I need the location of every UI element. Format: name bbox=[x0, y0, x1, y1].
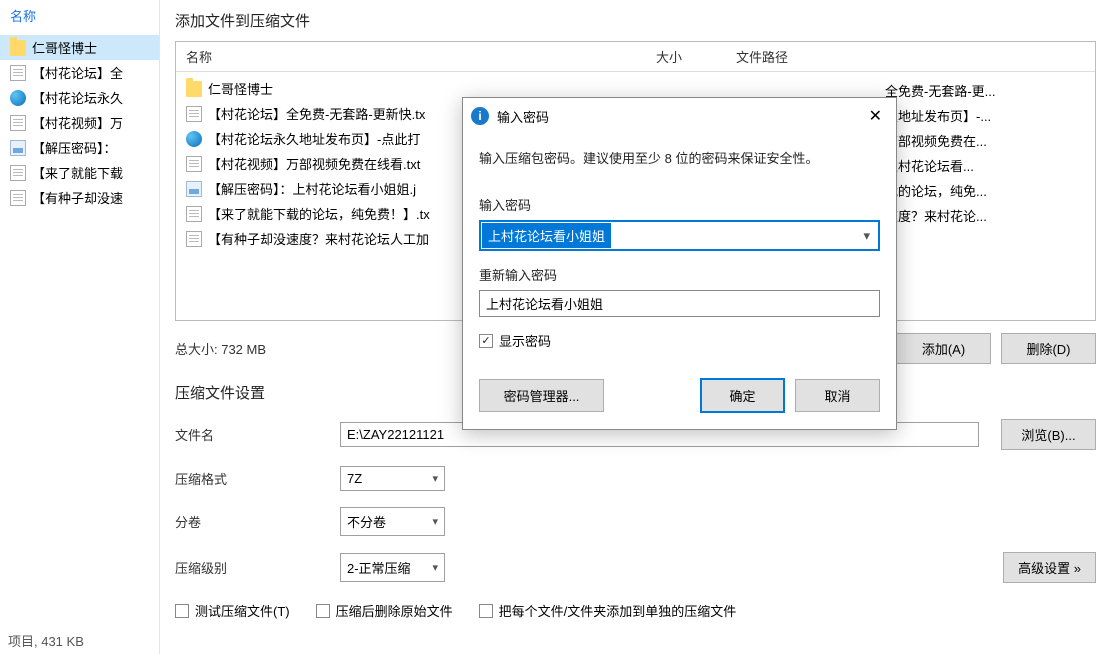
item-label: 【村花论坛】全 bbox=[32, 63, 123, 82]
list-item[interactable]: 【村花论坛永久 bbox=[0, 85, 159, 110]
checkbox-icon[interactable] bbox=[316, 604, 330, 618]
left-items-list: 仁哥怪博士 【村花论坛】全 【村花论坛永久 【村花视频】万 【解压密码】： 【来… bbox=[0, 31, 159, 214]
list-item[interactable]: 【村花视频】万 bbox=[0, 110, 159, 135]
password-dialog: i 输入密码 ✕ 输入压缩包密码。建议使用至少 8 位的密码来保证安全性。 输入… bbox=[462, 97, 897, 430]
ok-button[interactable]: 确定 bbox=[700, 378, 785, 413]
list-item[interactable]: 【来了就能下载 bbox=[0, 160, 159, 185]
item-label: 仁哥怪博士 bbox=[32, 38, 97, 57]
item-label: 【村花视频】万 bbox=[32, 113, 123, 132]
path-column-values: 全免费-无套路-更... 久地址发布页】-... 万部视频免费在... 上村花论… bbox=[885, 72, 1085, 228]
volume-select[interactable]: 不分卷 bbox=[340, 507, 445, 536]
level-select[interactable]: 2-正常压缩 bbox=[340, 553, 445, 582]
list-item[interactable]: 【解压密码】： bbox=[0, 135, 159, 160]
dialog-title: 输入密码 bbox=[497, 107, 549, 126]
total-size-label: 总大小: 732 MB bbox=[175, 339, 266, 358]
folder-icon bbox=[10, 40, 26, 56]
item-label: 【来了就能下载 bbox=[32, 163, 123, 182]
dialog-buttons: 密码管理器... 确定 取消 bbox=[479, 378, 880, 413]
col-path[interactable]: 文件路径 bbox=[726, 42, 1095, 71]
label-level: 压缩级别 bbox=[175, 558, 330, 577]
txt-icon bbox=[186, 156, 202, 172]
jpg-icon bbox=[186, 181, 202, 197]
txt-icon bbox=[186, 206, 202, 222]
item-label: 【村花论坛永久 bbox=[32, 88, 123, 107]
jpg-icon bbox=[10, 140, 26, 156]
txt-icon bbox=[10, 190, 26, 206]
dialog-titlebar[interactable]: i 输入密码 ✕ bbox=[463, 98, 896, 134]
label-filename: 文件名 bbox=[175, 425, 330, 444]
txt-icon bbox=[186, 106, 202, 122]
label-format: 压缩格式 bbox=[175, 469, 330, 488]
password-value: 上村花论坛看小姐姐 bbox=[482, 223, 611, 248]
main-title: 添加文件到压缩文件 bbox=[175, 10, 1096, 31]
cancel-button[interactable]: 取消 bbox=[795, 379, 880, 412]
password-combo[interactable]: 上村花论坛看小姐姐 ▾ bbox=[479, 220, 880, 251]
advanced-button[interactable]: 高级设置 » bbox=[1003, 552, 1096, 583]
checkbox-icon[interactable] bbox=[479, 334, 493, 348]
txt-icon bbox=[10, 65, 26, 81]
info-icon: i bbox=[471, 107, 489, 125]
left-header-name[interactable]: 名称 bbox=[0, 0, 159, 31]
row-format: 压缩格式 7Z bbox=[175, 466, 1096, 491]
check-delete-after[interactable]: 压缩后删除原始文件 bbox=[316, 601, 453, 620]
col-size[interactable]: 大小 bbox=[646, 42, 726, 71]
txt-icon bbox=[10, 115, 26, 131]
format-select[interactable]: 7Z bbox=[340, 466, 445, 491]
label-volume: 分卷 bbox=[175, 512, 330, 531]
row-level: 压缩级别 2-正常压缩 高级设置 » bbox=[175, 552, 1096, 583]
browse-button[interactable]: 浏览(B)... bbox=[1001, 419, 1096, 450]
status-bar: 项目, 431 KB bbox=[0, 627, 92, 654]
close-icon[interactable]: ✕ bbox=[863, 104, 888, 128]
globe-icon bbox=[186, 131, 202, 147]
txt-icon bbox=[186, 231, 202, 247]
item-label: 【有种子却没速 bbox=[32, 188, 123, 207]
delete-button[interactable]: 删除(D) bbox=[1001, 333, 1096, 364]
checkbox-icon[interactable] bbox=[175, 604, 189, 618]
chevron-down-icon[interactable]: ▾ bbox=[855, 224, 878, 248]
globe-icon bbox=[10, 90, 26, 106]
dialog-hint: 输入压缩包密码。建议使用至少 8 位的密码来保证安全性。 bbox=[479, 148, 880, 167]
folder-icon bbox=[186, 81, 202, 97]
checkbox-row: 测试压缩文件(T) 压缩后删除原始文件 把每个文件/文件夹添加到单独的压缩文件 bbox=[175, 601, 1096, 620]
list-item[interactable]: 【有种子却没速 bbox=[0, 185, 159, 210]
list-header: 名称 大小 文件路径 bbox=[176, 42, 1095, 72]
password-manager-button[interactable]: 密码管理器... bbox=[479, 379, 604, 412]
check-show-password[interactable]: 显示密码 bbox=[479, 331, 880, 350]
check-test[interactable]: 测试压缩文件(T) bbox=[175, 601, 290, 620]
txt-icon bbox=[10, 165, 26, 181]
col-name[interactable]: 名称 bbox=[176, 42, 646, 71]
list-item[interactable]: 【村花论坛】全 bbox=[0, 60, 159, 85]
label-password: 输入密码 bbox=[479, 195, 880, 214]
add-button[interactable]: 添加(A) bbox=[896, 333, 991, 364]
checkbox-icon[interactable] bbox=[479, 604, 493, 618]
item-label: 【解压密码】： bbox=[32, 138, 117, 157]
list-item[interactable]: 仁哥怪博士 bbox=[0, 35, 159, 60]
left-file-panel: 名称 仁哥怪博士 【村花论坛】全 【村花论坛永久 【村花视频】万 【解压密码】：… bbox=[0, 0, 160, 654]
row-volume: 分卷 不分卷 bbox=[175, 507, 1096, 536]
dialog-body: 输入压缩包密码。建议使用至少 8 位的密码来保证安全性。 输入密码 上村花论坛看… bbox=[463, 134, 896, 429]
label-repassword: 重新输入密码 bbox=[479, 265, 880, 284]
repassword-input[interactable] bbox=[479, 290, 880, 317]
check-separate[interactable]: 把每个文件/文件夹添加到单独的压缩文件 bbox=[479, 601, 737, 620]
